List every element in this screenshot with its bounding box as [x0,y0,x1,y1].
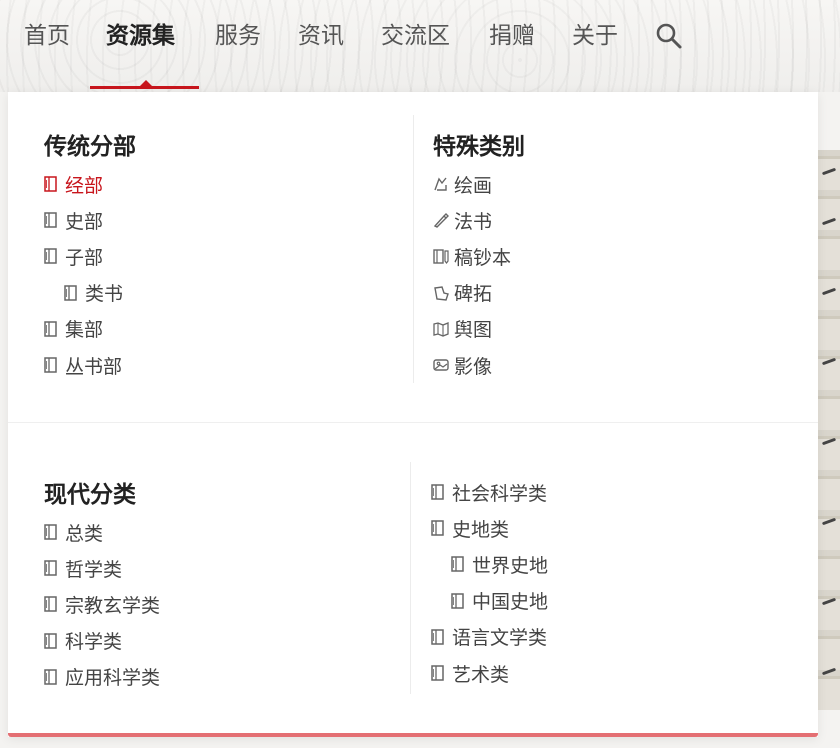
category-link[interactable]: 宗教玄学类 [43,589,160,619]
category-link[interactable]: 社会科学类 [430,477,547,507]
background-calligraphy [818,150,840,710]
nav-item-news[interactable]: 资讯 [298,16,344,56]
category-link[interactable]: 法书 [432,205,492,235]
category-link[interactable]: 应用科学类 [43,662,160,692]
category-link[interactable]: 丛书部 [43,350,122,380]
category-label: 舆图 [454,319,493,342]
category-label: 宗教玄学类 [65,594,161,617]
book-icon [43,175,59,193]
category-label: 世界史地 [472,554,549,577]
category-link[interactable]: 科学类 [43,626,122,656]
nav-item-about[interactable]: 关于 [572,16,618,56]
book-icon [450,592,466,610]
nav-item-forum[interactable]: 交流区 [381,16,450,56]
category-link[interactable]: 史部 [43,205,103,235]
book-icon [430,519,446,537]
category-label: 子部 [65,246,104,269]
book-icon [430,483,446,501]
category-link[interactable]: 子部 [43,241,103,271]
category-label: 总类 [65,522,104,545]
category-link[interactable]: 经部 [43,169,103,199]
nav-item-donate[interactable]: 捐赠 [489,16,535,56]
category-link[interactable]: 碑拓 [432,278,492,308]
category-link[interactable]: 哲学类 [43,553,122,583]
category-label: 科学类 [65,631,123,654]
image-icon [432,356,449,374]
category-link[interactable]: 中国史地 [450,586,548,616]
search-icon[interactable] [655,22,683,50]
group-title-traditional: 传统分部 [44,134,136,160]
category-label: 集部 [65,319,104,342]
category-label: 艺术类 [452,663,510,686]
group-title-special: 特殊类别 [433,134,525,160]
nav-item-services[interactable]: 服务 [215,16,261,56]
book-icon [43,356,59,374]
column-divider-top [413,115,414,383]
category-label: 法书 [454,210,493,233]
category-label: 丛书部 [65,355,123,378]
category-link[interactable]: 稿钞本 [432,241,511,271]
rubbing-icon [432,284,449,302]
category-link[interactable]: 绘画 [432,169,492,199]
group-title-modern: 现代分类 [44,482,136,508]
category-label: 语言文学类 [452,627,548,650]
category-label: 绘画 [454,174,493,197]
book-icon [43,595,59,613]
category-label: 史部 [65,210,104,233]
book-icon [43,559,59,577]
category-label: 稿钞本 [454,246,512,269]
brush-icon [432,211,449,229]
book-icon [43,320,59,338]
category-label: 社会科学类 [452,482,548,505]
category-label: 碑拓 [454,283,493,306]
book-icon [430,628,446,646]
category-link[interactable]: 史地类 [430,513,509,543]
category-link[interactable]: 语言文学类 [430,622,547,652]
active-nav-indicator [90,80,199,89]
category-link[interactable]: 类书 [63,278,123,308]
painting-icon [432,175,448,193]
category-label: 应用科学类 [65,667,161,690]
category-link[interactable]: 艺术类 [430,658,509,688]
book-icon [43,523,59,541]
category-label: 影像 [454,355,493,378]
book-icon [43,632,59,650]
category-label: 史地类 [452,518,510,541]
category-link[interactable]: 集部 [43,314,103,344]
book-icon [43,668,59,686]
category-label: 哲学类 [65,558,123,581]
book-icon [43,247,59,265]
nav-item-collections[interactable]: 资源集 [106,16,175,56]
book-icon [450,555,466,573]
manuscript-icon [432,247,449,265]
section-divider [8,422,818,423]
book-icon [63,284,79,302]
category-link[interactable]: 影像 [432,350,492,380]
category-label: 中国史地 [472,591,549,614]
map-icon [432,320,449,338]
column-divider-bottom [410,462,411,694]
top-navigation-bar: 首页 资源集 服务 资讯 交流区 捐赠 关于 [0,0,840,92]
nav-item-home[interactable]: 首页 [24,16,70,56]
book-icon [430,664,446,682]
category-label: 类书 [85,283,124,306]
category-label: 经部 [65,174,104,197]
category-link[interactable]: 总类 [43,517,103,547]
category-link[interactable]: 世界史地 [450,549,548,579]
panel-bottom-accent [8,733,818,737]
book-icon [43,211,59,229]
category-link[interactable]: 舆图 [432,314,492,344]
